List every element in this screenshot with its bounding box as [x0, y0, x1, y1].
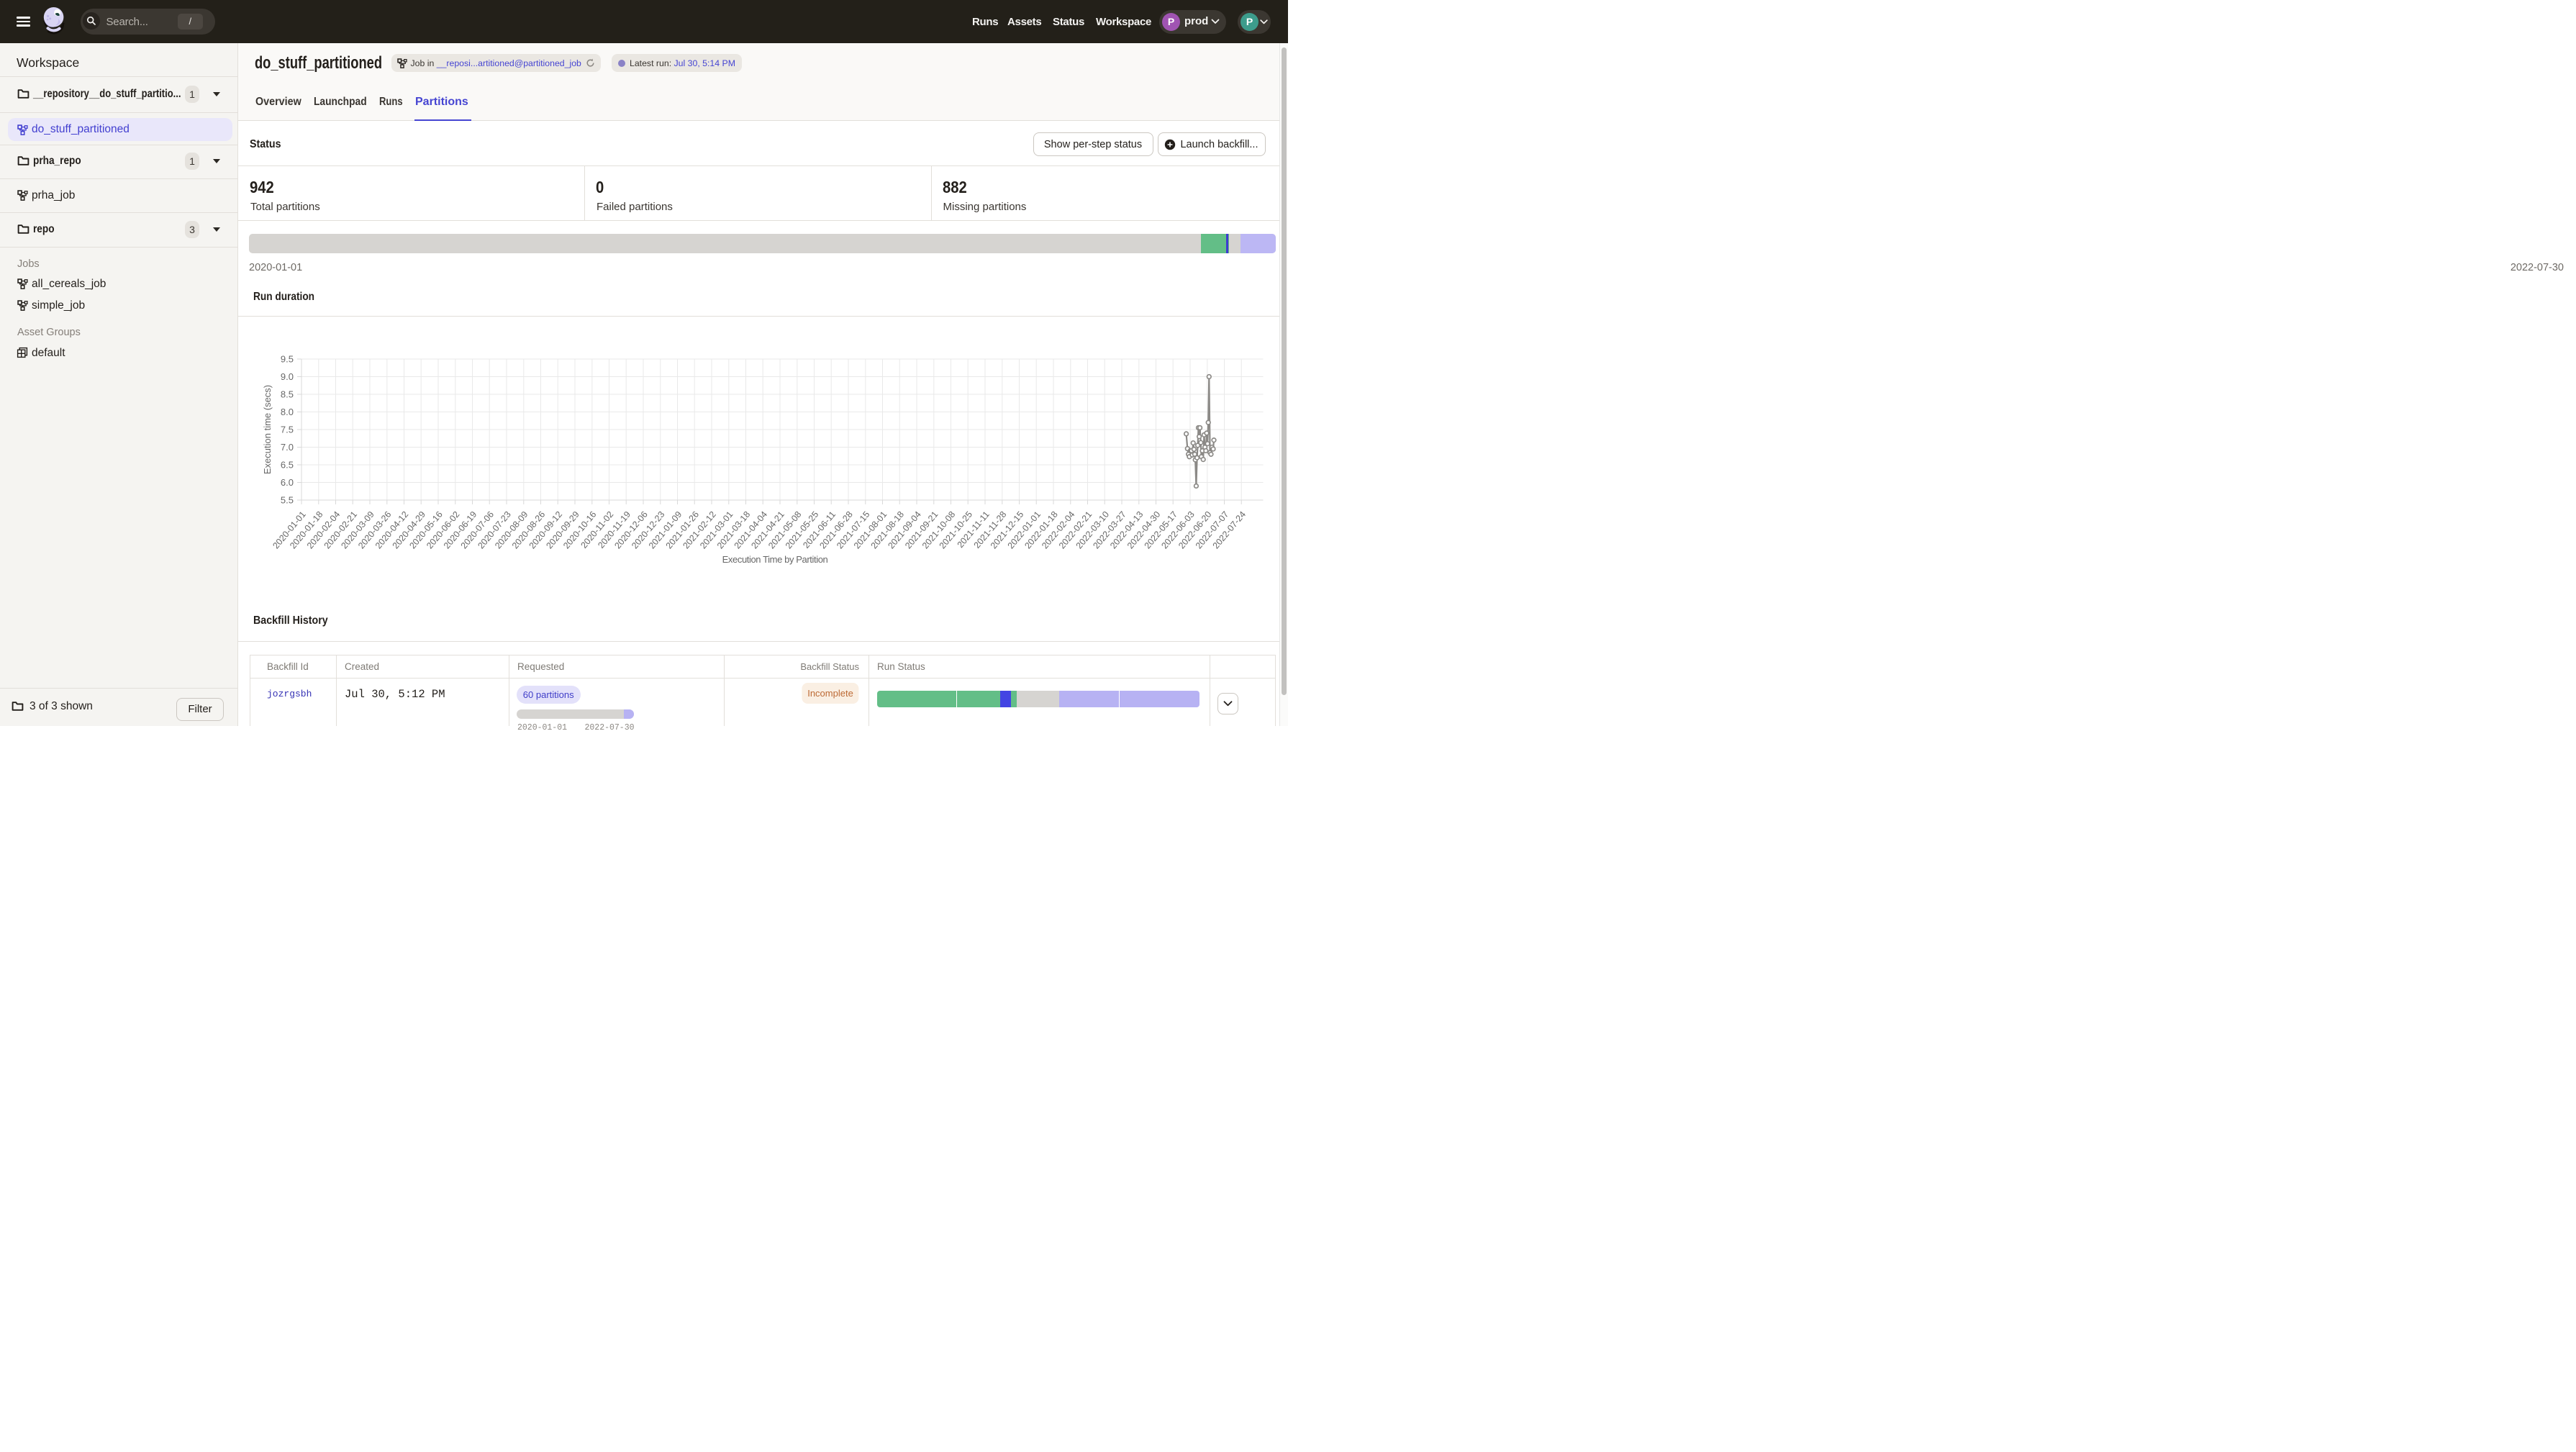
svg-text:8.0: 8.0 — [281, 407, 294, 417]
svg-text:Execution time (secs): Execution time (secs) — [262, 385, 273, 474]
svg-text:7.5: 7.5 — [281, 425, 294, 435]
svg-text:6.0: 6.0 — [281, 477, 294, 488]
svg-text:8.5: 8.5 — [281, 389, 294, 400]
svg-text:9.0: 9.0 — [281, 371, 294, 382]
svg-text:7.0: 7.0 — [281, 442, 294, 453]
svg-text:6.5: 6.5 — [281, 460, 294, 471]
svg-text:9.5: 9.5 — [281, 354, 294, 365]
svg-text:5.5: 5.5 — [281, 495, 294, 506]
svg-text:Execution Time by Partition: Execution Time by Partition — [722, 554, 828, 565]
